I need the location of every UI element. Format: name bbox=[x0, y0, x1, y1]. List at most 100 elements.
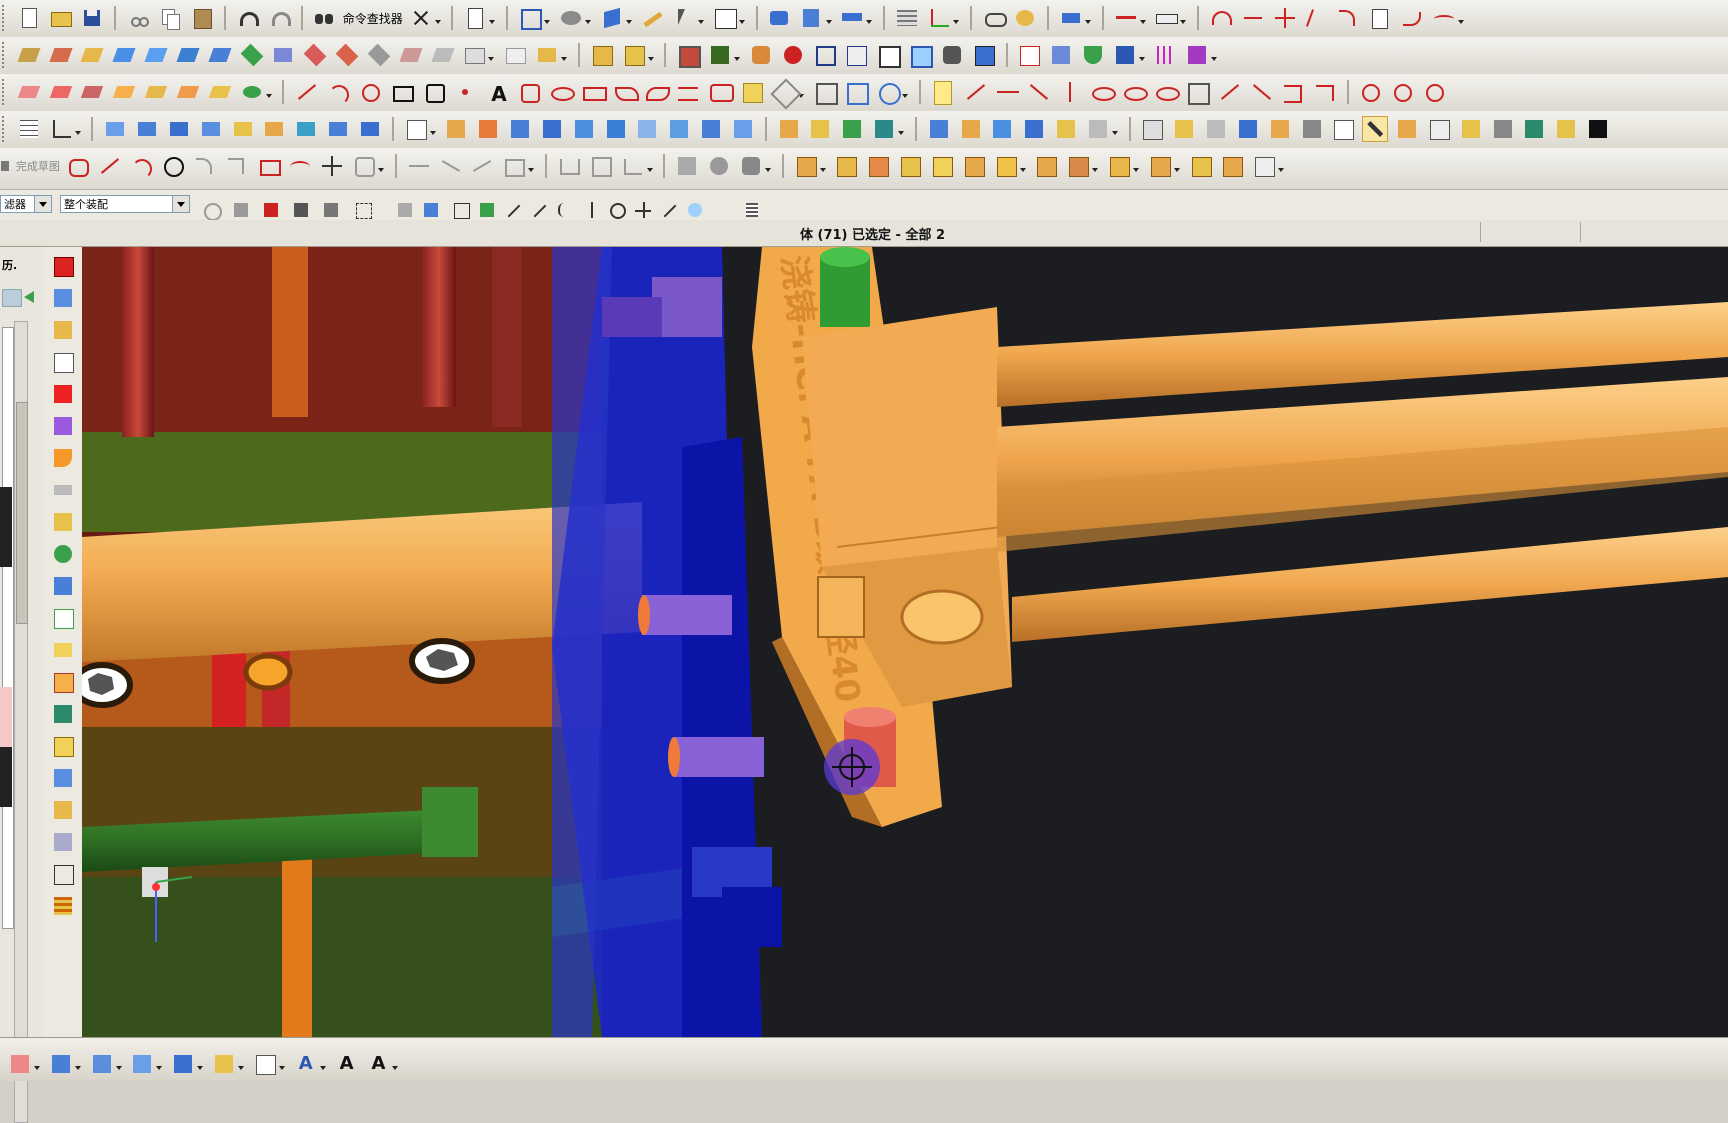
image-icon[interactable] bbox=[675, 42, 702, 68]
constraint-icon[interactable] bbox=[1153, 79, 1180, 105]
sheet-icon[interactable] bbox=[50, 349, 76, 375]
tool-icon[interactable] bbox=[1458, 116, 1484, 142]
part-icon[interactable] bbox=[929, 153, 955, 179]
datum-icon[interactable] bbox=[170, 1051, 196, 1077]
part-icon[interactable] bbox=[897, 153, 923, 179]
constraint-icon[interactable] bbox=[1248, 79, 1274, 105]
constraint-icon[interactable] bbox=[738, 153, 764, 179]
block-icon[interactable] bbox=[325, 116, 351, 142]
mold-plate-top[interactable] bbox=[82, 247, 602, 447]
constraint-icon[interactable] bbox=[1025, 79, 1051, 105]
curve-icon[interactable] bbox=[812, 79, 838, 105]
pocket-icon[interactable] bbox=[50, 669, 76, 695]
box-icon[interactable] bbox=[534, 42, 560, 68]
spline-icon[interactable] bbox=[79, 79, 105, 105]
tool-icon[interactable] bbox=[1139, 116, 1165, 142]
constraint-icon[interactable] bbox=[1312, 79, 1338, 105]
studio-spline-icon[interactable] bbox=[287, 153, 313, 179]
rectangle-icon[interactable] bbox=[256, 153, 282, 179]
tool-icon[interactable] bbox=[1171, 116, 1197, 142]
nav-tab[interactable] bbox=[2, 289, 22, 307]
quick-trim-icon[interactable] bbox=[406, 153, 432, 179]
component-icon[interactable] bbox=[589, 42, 615, 68]
constraint-icon[interactable] bbox=[706, 153, 732, 179]
block-icon[interactable] bbox=[293, 116, 319, 142]
block-icon[interactable] bbox=[166, 116, 192, 142]
mold-icon[interactable] bbox=[926, 116, 952, 142]
toolbar-grip[interactable] bbox=[2, 79, 8, 105]
surface-icon[interactable] bbox=[143, 42, 169, 68]
part-icon[interactable] bbox=[865, 153, 891, 179]
tool-icon[interactable] bbox=[1299, 116, 1325, 142]
view-icon[interactable] bbox=[712, 5, 738, 31]
cut-icon[interactable] bbox=[125, 5, 151, 31]
copy-icon[interactable] bbox=[157, 5, 183, 31]
link-icon[interactable] bbox=[981, 5, 1007, 31]
tool-icon[interactable] bbox=[1394, 116, 1420, 142]
part-icon[interactable] bbox=[50, 253, 76, 279]
cube-icon[interactable] bbox=[50, 765, 76, 791]
wave-icon[interactable] bbox=[1012, 5, 1038, 31]
polygon-icon[interactable] bbox=[421, 79, 447, 105]
toolbar-grip[interactable] bbox=[2, 116, 8, 142]
toolbar-grip[interactable] bbox=[2, 42, 8, 68]
mold-icon[interactable] bbox=[1085, 116, 1111, 142]
tool-icon[interactable] bbox=[1490, 116, 1516, 142]
folder-icon[interactable] bbox=[50, 637, 76, 663]
constraint-icon[interactable] bbox=[1184, 79, 1211, 105]
layer-icon[interactable] bbox=[211, 1051, 237, 1077]
green-bolt[interactable] bbox=[820, 247, 870, 327]
assembly-icon[interactable] bbox=[50, 285, 76, 311]
grid-icon[interactable] bbox=[1153, 42, 1179, 68]
crosshair-icon[interactable] bbox=[50, 861, 76, 887]
mold-icon[interactable] bbox=[958, 116, 984, 142]
mold-icon[interactable] bbox=[634, 116, 660, 142]
dimension-icon[interactable] bbox=[588, 153, 614, 179]
plane-icon[interactable] bbox=[89, 1051, 115, 1077]
circle-icon[interactable] bbox=[1389, 79, 1415, 105]
spline-icon[interactable] bbox=[48, 79, 74, 105]
wire-cube-icon[interactable] bbox=[812, 42, 838, 68]
part-icon[interactable] bbox=[1188, 153, 1214, 179]
curve-icon[interactable] bbox=[875, 79, 902, 105]
copy-icon[interactable] bbox=[50, 605, 76, 631]
history-icon[interactable] bbox=[50, 317, 76, 343]
feature-icon[interactable] bbox=[16, 42, 42, 68]
mesh-icon[interactable] bbox=[50, 573, 76, 599]
block-icon[interactable] bbox=[102, 116, 128, 142]
constraint-icon[interactable] bbox=[1280, 79, 1306, 105]
quick-extend-icon[interactable] bbox=[438, 153, 464, 179]
open-icon[interactable] bbox=[48, 5, 74, 31]
history-label[interactable]: 历. bbox=[2, 257, 17, 273]
mold-icon[interactable] bbox=[475, 116, 501, 142]
make-corner-icon[interactable] bbox=[469, 153, 495, 179]
redo-icon[interactable] bbox=[266, 5, 292, 31]
ladder-icon[interactable] bbox=[50, 893, 76, 919]
circle-icon[interactable] bbox=[160, 153, 186, 179]
spline-icon[interactable] bbox=[175, 79, 201, 105]
mold-icon[interactable] bbox=[603, 116, 629, 142]
part-icon[interactable] bbox=[1219, 153, 1245, 179]
sweep-icon[interactable] bbox=[79, 42, 105, 68]
color-icon[interactable] bbox=[707, 42, 733, 68]
snap-icon[interactable] bbox=[7, 1051, 33, 1077]
assembly-icon[interactable] bbox=[767, 5, 793, 31]
mold-icon[interactable] bbox=[1053, 116, 1079, 142]
font-icon[interactable] bbox=[1112, 42, 1138, 68]
blue-bolt[interactable] bbox=[722, 887, 782, 947]
dimension-icon[interactable] bbox=[620, 153, 646, 179]
constraint-icon[interactable] bbox=[674, 153, 700, 179]
block-hole[interactable] bbox=[900, 589, 984, 645]
finish-sketch-icon[interactable] bbox=[1, 153, 11, 179]
orange-washer[interactable] bbox=[243, 653, 293, 691]
tool-icon[interactable] bbox=[1585, 116, 1611, 142]
green-feature-icon[interactable] bbox=[239, 42, 265, 68]
arc-icon[interactable] bbox=[128, 153, 154, 179]
table-icon[interactable] bbox=[843, 42, 869, 68]
spline-icon[interactable] bbox=[1399, 5, 1425, 31]
curve-tool-icon[interactable] bbox=[1208, 5, 1234, 31]
font-icon[interactable]: A bbox=[293, 1051, 319, 1077]
dimension-icon[interactable] bbox=[556, 153, 582, 179]
mold-icon[interactable] bbox=[539, 116, 565, 142]
thicken-icon[interactable] bbox=[398, 42, 424, 68]
